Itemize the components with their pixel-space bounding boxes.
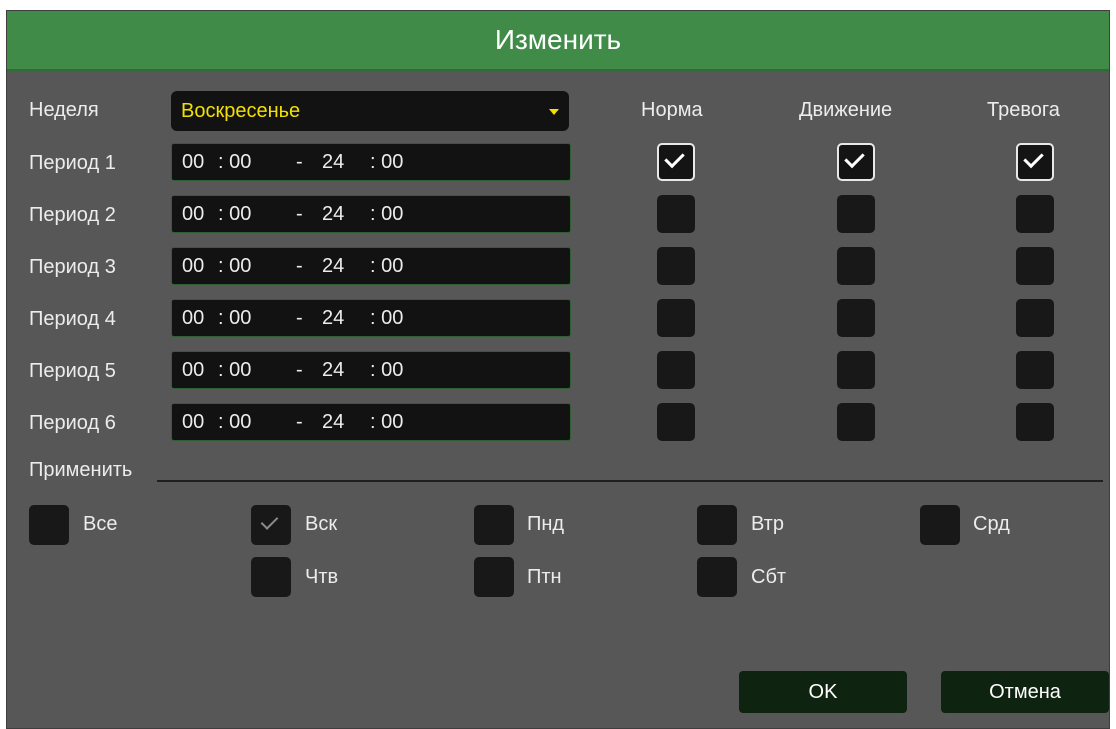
period-time-input[interactable]: 00 : 00 - 24 : 00: [171, 247, 571, 285]
column-header-alarm: Тревога: [987, 99, 1060, 121]
period-label: Период 4: [29, 308, 116, 330]
motion-checkbox[interactable]: [837, 247, 875, 285]
period-label: Период 5: [29, 360, 116, 382]
time-separator: -: [296, 359, 303, 381]
week-label: Неделя: [29, 99, 99, 121]
chevron-down-icon: [549, 109, 559, 115]
start-hour[interactable]: 00: [182, 300, 204, 336]
day-label-sun: Вск: [305, 513, 338, 535]
motion-checkbox[interactable]: [837, 351, 875, 389]
column-header-motion: Движение: [799, 99, 893, 121]
column-header-normal: Норма: [641, 99, 703, 121]
normal-checkbox[interactable]: [657, 143, 695, 181]
alarm-checkbox[interactable]: [1016, 403, 1054, 441]
alarm-checkbox[interactable]: [1016, 351, 1054, 389]
period-label: Период 2: [29, 204, 116, 226]
motion-checkbox[interactable]: [837, 299, 875, 337]
end-minute[interactable]: : 00: [370, 248, 403, 284]
alarm-checkbox[interactable]: [1016, 143, 1054, 181]
start-hour[interactable]: 00: [182, 144, 204, 180]
start-minute[interactable]: : 00: [218, 404, 251, 440]
dialog-titlebar: Изменить: [7, 11, 1109, 71]
day-label-mon: Пнд: [527, 513, 565, 535]
start-minute[interactable]: : 00: [218, 248, 251, 284]
start-minute[interactable]: : 00: [218, 352, 251, 388]
dialog-title: Изменить: [494, 24, 622, 55]
period-time-input[interactable]: 00 : 00 - 24 : 00: [171, 299, 571, 337]
day-label-fri: Птн: [527, 566, 562, 588]
end-hour[interactable]: 24: [322, 248, 344, 284]
normal-checkbox[interactable]: [657, 195, 695, 233]
period-label: Период 3: [29, 256, 116, 278]
normal-checkbox[interactable]: [657, 247, 695, 285]
end-hour[interactable]: 24: [322, 196, 344, 232]
period-time-input[interactable]: 00 : 00 - 24 : 00: [171, 143, 571, 181]
motion-checkbox[interactable]: [837, 143, 875, 181]
day-checkbox-sun[interactable]: [251, 505, 291, 545]
normal-checkbox[interactable]: [657, 299, 695, 337]
period-time-input[interactable]: 00 : 00 - 24 : 00: [171, 351, 571, 389]
apply-divider: [157, 480, 1103, 482]
end-hour[interactable]: 24: [322, 300, 344, 336]
period-time-input[interactable]: 00 : 00 - 24 : 00: [171, 403, 571, 441]
normal-checkbox[interactable]: [657, 351, 695, 389]
day-checkbox-tue[interactable]: [697, 505, 737, 545]
end-minute[interactable]: : 00: [370, 404, 403, 440]
day-label-all: Все: [83, 513, 118, 535]
day-label-wed: Срд: [973, 513, 1010, 535]
period-time-input[interactable]: 00 : 00 - 24 : 00: [171, 195, 571, 233]
end-hour[interactable]: 24: [322, 404, 344, 440]
day-checkbox-all[interactable]: [29, 505, 69, 545]
start-hour[interactable]: 00: [182, 248, 204, 284]
motion-checkbox[interactable]: [837, 195, 875, 233]
week-select[interactable]: Воскресенье: [171, 91, 569, 131]
period-label: Период 6: [29, 412, 116, 434]
start-hour[interactable]: 00: [182, 404, 204, 440]
day-label-tue: Втр: [751, 513, 784, 535]
day-checkbox-wed[interactable]: [920, 505, 960, 545]
normal-checkbox[interactable]: [657, 403, 695, 441]
time-separator: -: [296, 411, 303, 433]
end-minute[interactable]: : 00: [370, 300, 403, 336]
day-checkbox-mon[interactable]: [474, 505, 514, 545]
week-select-value: Воскресенье: [181, 100, 301, 122]
start-hour[interactable]: 00: [182, 196, 204, 232]
end-hour[interactable]: 24: [322, 144, 344, 180]
time-separator: -: [296, 255, 303, 277]
ok-button[interactable]: OK: [739, 671, 907, 713]
time-separator: -: [296, 151, 303, 173]
end-minute[interactable]: : 00: [370, 352, 403, 388]
edit-schedule-dialog: Изменить Неделя Воскресенье Норма Движен…: [6, 10, 1110, 729]
apply-label: Применить: [29, 459, 133, 481]
day-checkbox-fri[interactable]: [474, 557, 514, 597]
start-minute[interactable]: : 00: [218, 300, 251, 336]
motion-checkbox[interactable]: [837, 403, 875, 441]
day-label-sat: Сбт: [751, 566, 787, 588]
day-label-thu: Чтв: [305, 566, 339, 588]
end-minute[interactable]: : 00: [370, 144, 403, 180]
end-hour[interactable]: 24: [322, 352, 344, 388]
start-minute[interactable]: : 00: [218, 196, 251, 232]
end-minute[interactable]: : 00: [370, 196, 403, 232]
cancel-button[interactable]: Отмена: [941, 671, 1109, 713]
period-label: Период 1: [29, 152, 116, 174]
day-checkbox-thu[interactable]: [251, 557, 291, 597]
start-hour[interactable]: 00: [182, 352, 204, 388]
alarm-checkbox[interactable]: [1016, 195, 1054, 233]
alarm-checkbox[interactable]: [1016, 299, 1054, 337]
start-minute[interactable]: : 00: [218, 144, 251, 180]
time-separator: -: [296, 307, 303, 329]
alarm-checkbox[interactable]: [1016, 247, 1054, 285]
day-checkbox-sat[interactable]: [697, 557, 737, 597]
time-separator: -: [296, 203, 303, 225]
